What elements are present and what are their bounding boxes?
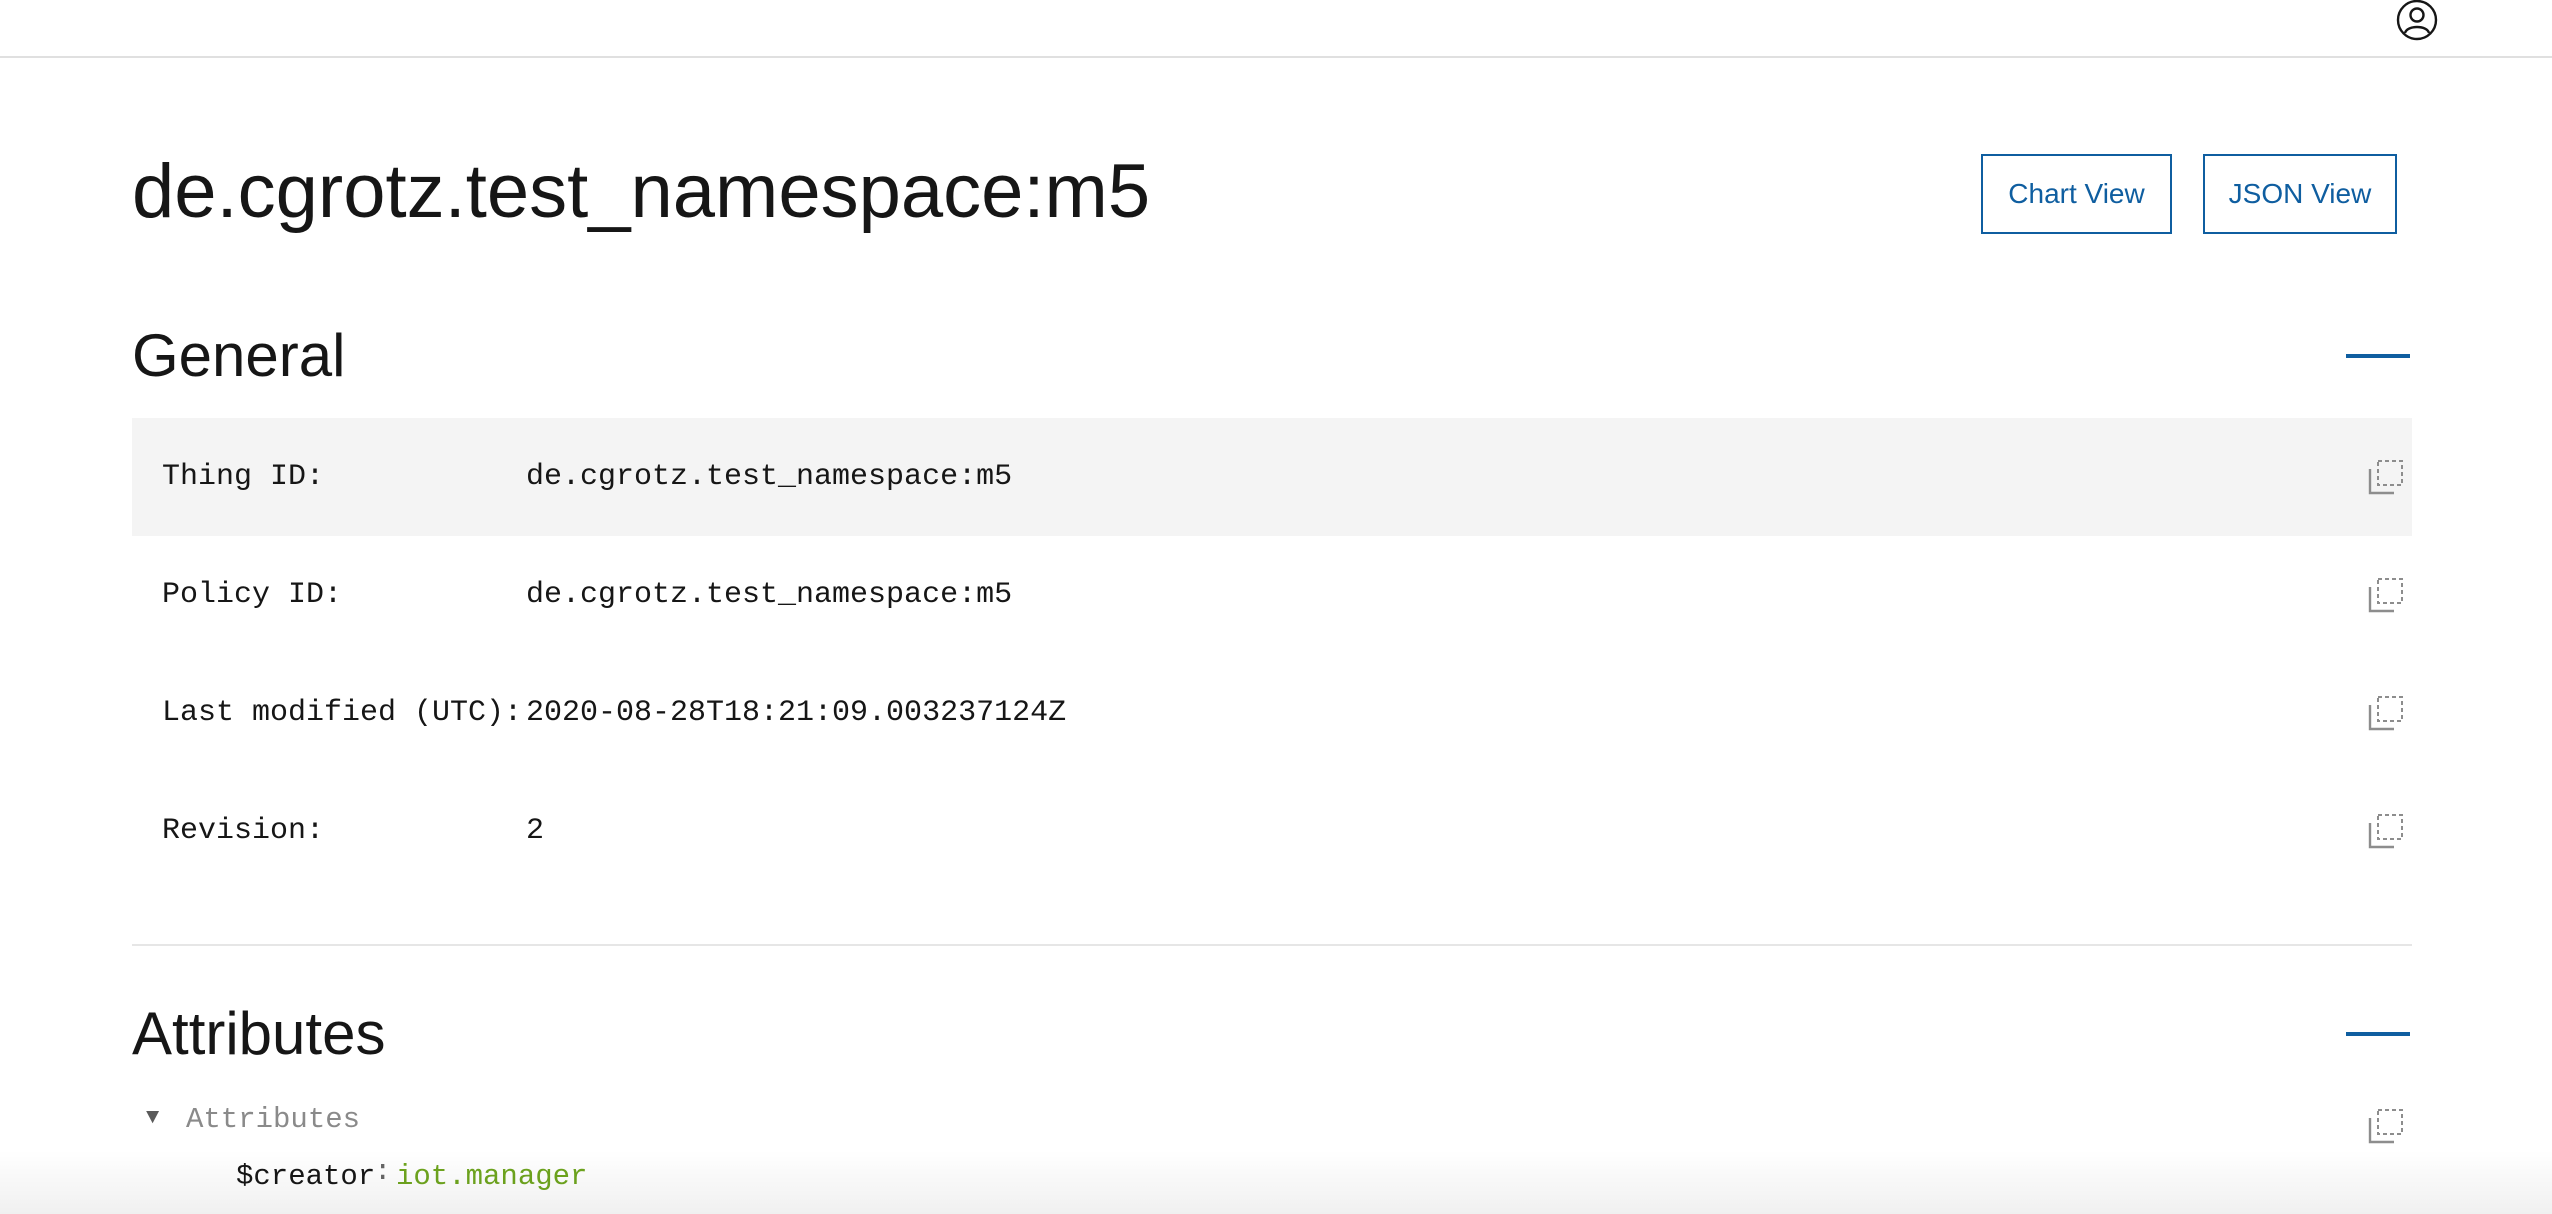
tree-root-label[interactable]: Attributes (186, 1096, 360, 1144)
attributes-collapse-button[interactable] (2344, 1018, 2412, 1050)
section-divider (132, 944, 2412, 946)
thing-id-row: Thing ID: de.cgrotz.test_namespace:m5 (132, 418, 2412, 536)
attributes-section-header: Attributes (132, 994, 2412, 1074)
page-title: de.cgrotz.test_namespace:m5 (132, 149, 1151, 234)
thing-id-label: Thing ID: (162, 460, 325, 494)
copy-icon[interactable] (2364, 573, 2408, 617)
collapse-minus-icon (2346, 1032, 2410, 1036)
triangle-down-icon[interactable]: ▼ (146, 1106, 170, 1130)
policy-id-label: Policy ID: (162, 578, 343, 612)
attributes-json-tree: ▼ Attributes $creator : iot.manager (132, 1096, 2412, 1214)
attributes-section-title: Attributes (132, 1000, 386, 1067)
tree-entry-separator: : (374, 1155, 392, 1188)
collapse-minus-icon (2346, 354, 2410, 358)
user-avatar-icon[interactable] (2394, 0, 2440, 41)
revision-label: Revision: (162, 814, 325, 848)
copy-icon[interactable] (2364, 455, 2408, 499)
policy-id-row: Policy ID: de.cgrotz.test_namespace:m5 (132, 536, 2412, 654)
last-modified-label: Last modified (UTC): (162, 696, 523, 730)
last-modified-value: 2020-08-28T18:21:09.003237124Z (526, 696, 1067, 730)
copy-icon[interactable] (2364, 691, 2408, 735)
top-navigation-bar (0, 0, 2552, 58)
json-view-button[interactable]: JSON View (2203, 154, 2397, 234)
general-collapse-button[interactable] (2344, 340, 2412, 372)
revision-row: Revision: 2 (132, 772, 2412, 890)
general-section-header: General (132, 316, 2412, 396)
chart-view-button[interactable]: Chart View (1981, 154, 2172, 234)
general-section-title: General (132, 322, 346, 389)
tree-entry-value: iot.manager (396, 1160, 588, 1193)
thing-id-value: de.cgrotz.test_namespace:m5 (526, 460, 1013, 494)
copy-icon[interactable] (2364, 809, 2408, 853)
last-modified-row: Last modified (UTC): 2020-08-28T18:21:09… (132, 654, 2412, 772)
copy-icon[interactable] (2364, 1104, 2408, 1148)
policy-id-value: de.cgrotz.test_namespace:m5 (526, 578, 1013, 612)
revision-value: 2 (526, 814, 545, 848)
tree-entry-key: $creator (236, 1160, 376, 1193)
